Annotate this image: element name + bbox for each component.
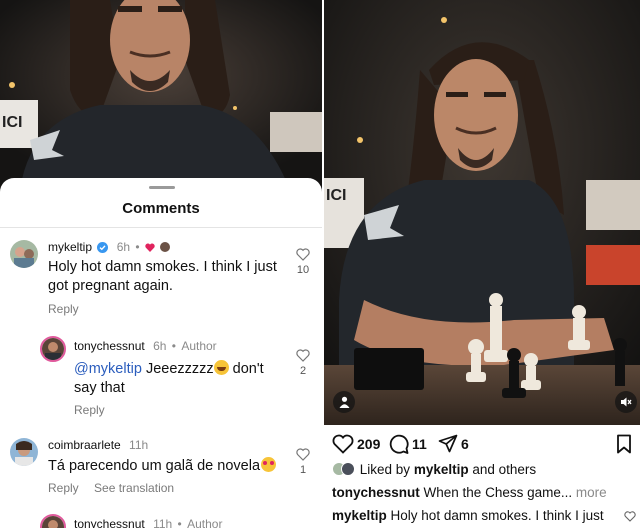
avatar[interactable]: [10, 240, 38, 268]
liked-by-line: Liked by mykeltip and others: [332, 462, 638, 477]
save-button[interactable]: [616, 432, 635, 456]
svg-text:ICI: ICI: [326, 187, 346, 204]
mute-button[interactable]: [615, 391, 637, 413]
avatar[interactable]: [40, 336, 66, 362]
like-count: 1: [299, 464, 307, 476]
comment-time: 6h: [116, 240, 131, 254]
like-button[interactable]: 209: [332, 432, 380, 456]
drag-handle[interactable]: [149, 186, 175, 189]
share-button[interactable]: 6: [438, 432, 469, 456]
divider: [0, 227, 322, 228]
comment-time: 11h: [129, 438, 149, 452]
preview-like[interactable]: [624, 509, 636, 527]
comment-text: @mykeltip Jeeezzzzz don't say that: [74, 360, 284, 398]
caption-text: When the Chess game...: [423, 485, 573, 500]
comment-username[interactable]: coimbraarlete: [48, 438, 121, 452]
speaker-muted-icon: [621, 397, 632, 407]
separator-dot: •: [135, 240, 140, 254]
heart-outline-icon: [296, 248, 310, 261]
comment-bubble-icon: [389, 434, 409, 454]
see-translation-button[interactable]: See translation: [94, 481, 174, 495]
send-icon: [438, 434, 458, 453]
comment-like[interactable]: 10: [292, 248, 314, 276]
creator-avatar-mini: [160, 242, 171, 252]
comment-preview: mykeltip Holy hot damn smokes. I think I…: [332, 508, 638, 523]
avatar[interactable]: [10, 438, 38, 466]
verified-icon: [97, 242, 109, 256]
comment-text: Holy hot damn smokes. I think I just got…: [48, 259, 277, 294]
post-screenshot: ICI 209 11 6 Liked by mykeltip and other…: [324, 0, 640, 528]
post-photo[interactable]: ICI: [324, 0, 640, 425]
mention-link[interactable]: @mykeltip: [74, 361, 142, 377]
like-count: 209: [357, 436, 381, 452]
comment-like[interactable]: 2: [292, 349, 314, 377]
comment-username[interactable]: mykeltip: [48, 240, 92, 254]
comment-time: 11h: [153, 517, 173, 528]
like-count: 2: [299, 365, 307, 377]
post-caption: tonychessnut When the Chess game... more: [332, 485, 638, 500]
creator-liked-heart-icon: [145, 241, 155, 255]
comments-sheet: Comments mykeltip 6h • Holy hot damn smo…: [0, 178, 322, 528]
heart-outline-icon: [624, 511, 636, 522]
heart-outline-icon: [332, 434, 354, 454]
comments-screenshot: ICI Comments mykeltip 6h • Holy hot damn…: [0, 0, 322, 528]
post-action-bar: 209 11 6: [324, 432, 640, 458]
liked-by-prefix: Liked by: [359, 462, 411, 477]
comment-text-main: Tá parecendo um galã de novela: [48, 458, 261, 474]
comment-username[interactable]: tonychessnut: [74, 517, 145, 528]
comment-text-main: Jeeezzzzz: [145, 361, 214, 377]
more-link[interactable]: more: [576, 485, 607, 500]
caption-username[interactable]: tonychessnut: [332, 485, 420, 500]
separator-dot: •: [177, 517, 182, 528]
like-count: 10: [296, 264, 310, 276]
separator-dot: •: [171, 339, 176, 353]
comment-button[interactable]: 11: [388, 432, 427, 456]
comment-like[interactable]: 1: [292, 448, 314, 476]
tagged-users-button[interactable]: [333, 391, 355, 413]
reply-button[interactable]: Reply: [48, 302, 79, 316]
preview-text: Holy hot damn smokes. I think I just: [390, 508, 604, 523]
liked-by-suffix[interactable]: and others: [472, 462, 536, 477]
background-photo: ICI: [0, 0, 322, 190]
heart-outline-icon: [296, 448, 310, 461]
svg-text:ICI: ICI: [2, 114, 22, 131]
bookmark-icon: [617, 434, 631, 454]
comment-time: 6h: [153, 339, 167, 353]
share-count: 6: [461, 436, 469, 452]
comment-text: Tá parecendo um galã de novela: [48, 457, 288, 476]
author-tag: Author: [181, 339, 217, 353]
laughing-emoji-icon: [213, 360, 229, 375]
reply-button[interactable]: Reply: [74, 403, 105, 417]
comment-username[interactable]: tonychessnut: [74, 339, 145, 353]
preview-username[interactable]: mykeltip: [332, 508, 387, 523]
person-icon: [339, 396, 349, 408]
heart-eyes-emoji-icon: [261, 457, 277, 472]
avatar[interactable]: [40, 514, 66, 528]
heart-outline-icon: [296, 349, 310, 362]
comment-count: 11: [412, 436, 427, 452]
sheet-title: Comments: [122, 200, 200, 217]
reply-button[interactable]: Reply: [48, 481, 79, 495]
liked-by-user[interactable]: mykeltip: [414, 462, 469, 477]
liker-avatars: [332, 462, 356, 476]
author-tag: Author: [187, 517, 223, 528]
